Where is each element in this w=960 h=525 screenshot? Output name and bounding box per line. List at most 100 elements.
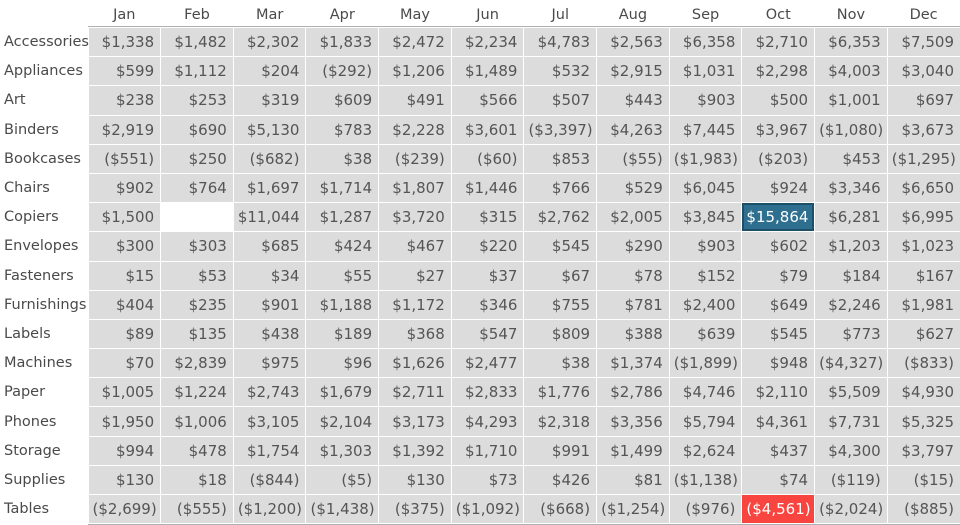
data-cell[interactable]: $2,743 [232, 377, 306, 407]
row-header-bookcases[interactable]: Bookcases [0, 144, 88, 174]
data-cell[interactable]: $4,003 [814, 56, 888, 86]
data-cell[interactable]: $2,477 [450, 348, 524, 378]
data-cell[interactable]: $1,206 [378, 56, 452, 86]
data-cell[interactable]: $7,731 [814, 406, 888, 437]
data-cell[interactable]: $3,720 [378, 202, 452, 232]
data-cell[interactable]: $545 [741, 318, 815, 349]
data-cell[interactable]: $2,711 [378, 377, 452, 407]
data-cell[interactable]: $529 [596, 172, 670, 203]
data-cell[interactable]: $1,626 [378, 348, 452, 378]
data-cell[interactable]: $3,356 [596, 406, 670, 437]
data-cell[interactable]: $649 [741, 289, 815, 320]
data-cell[interactable]: ($1,983) [668, 143, 742, 174]
data-cell[interactable]: $2,833 [450, 377, 524, 407]
data-cell[interactable]: $781 [596, 289, 670, 320]
row-header-tables[interactable]: Tables [0, 494, 88, 524]
data-cell[interactable]: $697 [886, 85, 960, 116]
data-cell[interactable]: $424 [305, 231, 379, 261]
data-cell[interactable]: ($2,024) [814, 493, 888, 525]
data-cell[interactable]: $3,173 [378, 406, 452, 437]
row-header-storage[interactable]: Storage [0, 436, 88, 466]
data-cell[interactable]: $773 [814, 318, 888, 349]
data-cell[interactable]: $1,023 [886, 231, 960, 261]
data-cell[interactable]: $5,794 [668, 406, 742, 437]
data-cell[interactable]: $1,482 [160, 26, 234, 57]
row-header-paper[interactable]: Paper [0, 377, 88, 407]
data-cell[interactable]: ($682) [232, 143, 306, 174]
data-cell[interactable]: $2,246 [814, 289, 888, 320]
data-cell[interactable]: ($15) [886, 464, 960, 495]
data-cell[interactable]: $78 [596, 260, 670, 291]
row-header-envelopes[interactable]: Envelopes [0, 231, 88, 261]
data-cell[interactable]: $2,302 [232, 26, 306, 57]
data-cell[interactable]: $426 [523, 464, 597, 495]
data-cell[interactable]: $1,807 [378, 172, 452, 203]
data-cell[interactable]: ($1,295) [886, 143, 960, 174]
column-header-sep[interactable]: Sep [669, 0, 742, 26]
column-header-may[interactable]: May [378, 0, 452, 26]
data-cell[interactable]: $404 [87, 289, 161, 320]
data-cell[interactable]: $253 [160, 85, 234, 116]
data-cell[interactable]: $1,446 [450, 172, 524, 203]
data-cell[interactable]: $994 [87, 435, 161, 466]
data-cell[interactable]: $2,762 [523, 202, 597, 232]
data-cell[interactable]: ($55) [596, 143, 670, 174]
data-cell[interactable]: $15,864 [741, 202, 815, 232]
data-cell[interactable]: $639 [668, 318, 742, 349]
data-cell[interactable]: ($4,561) [741, 493, 815, 525]
data-cell[interactable]: $1,006 [160, 406, 234, 437]
data-cell[interactable]: $438 [232, 318, 306, 349]
data-cell[interactable]: $11,044 [232, 202, 306, 232]
data-cell[interactable]: $7,445 [668, 114, 742, 145]
column-header-oct[interactable]: Oct [741, 0, 815, 26]
data-cell[interactable]: $1,203 [814, 231, 888, 261]
data-cell[interactable]: ($1,438) [305, 493, 379, 525]
data-cell[interactable]: $73 [450, 464, 524, 495]
row-header-art[interactable]: Art [0, 85, 88, 116]
row-header-labels[interactable]: Labels [0, 319, 88, 349]
data-cell[interactable]: $4,930 [886, 377, 960, 407]
column-header-nov[interactable]: Nov [814, 0, 888, 26]
data-cell[interactable]: $5,509 [814, 377, 888, 407]
data-cell[interactable]: $1,697 [232, 172, 306, 203]
data-cell[interactable]: $303 [160, 231, 234, 261]
data-cell[interactable]: $2,919 [87, 114, 161, 145]
data-cell[interactable]: $1,489 [450, 56, 524, 86]
data-cell[interactable]: $443 [596, 85, 670, 116]
data-cell[interactable]: $2,110 [741, 377, 815, 407]
data-cell[interactable]: $6,650 [886, 172, 960, 203]
data-cell[interactable]: $453 [814, 143, 888, 174]
data-cell[interactable]: ($2,699) [87, 493, 161, 525]
data-cell[interactable]: $948 [741, 348, 815, 378]
data-cell[interactable]: ($1,138) [668, 464, 742, 495]
data-cell[interactable]: $4,783 [523, 26, 597, 57]
column-header-mar[interactable]: Mar [233, 0, 306, 26]
data-cell[interactable]: ($1,200) [232, 493, 306, 525]
data-cell[interactable]: $1,776 [523, 377, 597, 407]
data-cell[interactable]: ($203) [741, 143, 815, 174]
data-cell[interactable]: $1,714 [305, 172, 379, 203]
data-cell[interactable]: $2,400 [668, 289, 742, 320]
data-cell[interactable]: $4,293 [450, 406, 524, 437]
column-header-jul[interactable]: Jul [523, 0, 597, 26]
row-header-machines[interactable]: Machines [0, 348, 88, 378]
data-cell[interactable]: $991 [523, 435, 597, 466]
data-cell[interactable]: $1,188 [305, 289, 379, 320]
data-cell[interactable]: $2,563 [596, 26, 670, 57]
data-cell[interactable]: $2,786 [596, 377, 670, 407]
data-cell[interactable]: $599 [87, 56, 161, 86]
data-cell[interactable]: $478 [160, 435, 234, 466]
data-cell[interactable]: $1,374 [596, 348, 670, 378]
data-cell[interactable]: $566 [450, 85, 524, 116]
data-cell[interactable]: ($119) [814, 464, 888, 495]
data-cell[interactable]: $1,001 [814, 85, 888, 116]
data-cell[interactable]: $903 [668, 231, 742, 261]
data-cell[interactable]: $235 [160, 289, 234, 320]
column-header-jan[interactable]: Jan [88, 0, 161, 26]
data-cell[interactable]: $2,234 [450, 26, 524, 57]
data-cell[interactable]: $38 [305, 143, 379, 174]
data-cell[interactable]: $491 [378, 85, 452, 116]
data-cell[interactable]: $3,105 [232, 406, 306, 437]
data-cell[interactable]: ($292) [305, 56, 379, 86]
data-cell[interactable]: $1,833 [305, 26, 379, 57]
